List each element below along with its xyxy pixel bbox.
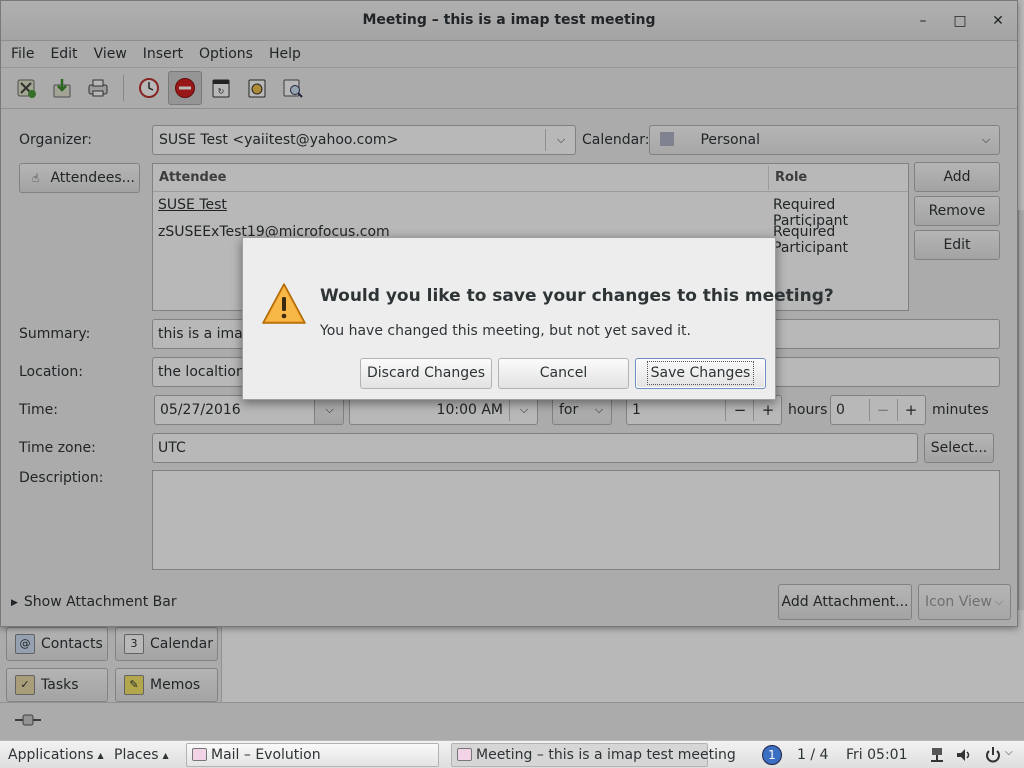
save-changes-dialog: Would you like to save your changes to t… <box>242 237 834 400</box>
taskbar-item-label: Meeting – this is a imap test meeting <box>476 747 736 763</box>
clock[interactable]: Fri 05:01 <box>846 741 907 768</box>
workspace-badge[interactable]: 1 <box>762 745 782 765</box>
dialog-message: You have changed this meeting, but not y… <box>320 323 691 339</box>
warning-icon <box>262 283 306 324</box>
save-changes-label: Save Changes <box>646 361 755 385</box>
network-icon[interactable] <box>929 747 945 763</box>
volume-icon[interactable] <box>955 747 973 763</box>
triangle-up-icon: ▲ <box>97 751 104 760</box>
cancel-button[interactable]: Cancel <box>498 358 629 389</box>
workspace-indicator[interactable]: 1 / 4 <box>797 741 828 768</box>
discard-changes-button[interactable]: Discard Changes <box>360 358 492 389</box>
taskbar-item-label: Mail – Evolution <box>211 747 321 763</box>
evolution-icon <box>192 748 207 761</box>
places-menu[interactable]: Places ▲ <box>114 741 169 768</box>
applications-menu[interactable]: Applications ▲ <box>8 741 104 768</box>
taskbar-item-meeting[interactable]: Meeting – this is a imap test meeting <box>451 743 736 767</box>
chevron-down-icon[interactable]: ⌵ <box>1005 747 1013 758</box>
taskbar: Applications ▲ Places ▲ Mail – Evolution M… <box>0 740 1024 768</box>
power-icon[interactable] <box>985 746 1001 764</box>
applications-label: Applications <box>8 747 94 763</box>
places-label: Places <box>114 747 159 763</box>
dialog-heading: Would you like to save your changes to t… <box>320 286 834 306</box>
taskbar-item-mail[interactable]: Mail – Evolution <box>186 743 439 767</box>
evolution-icon <box>457 748 472 761</box>
triangle-up-icon: ▲ <box>162 751 169 760</box>
save-changes-button[interactable]: Save Changes <box>635 358 766 389</box>
